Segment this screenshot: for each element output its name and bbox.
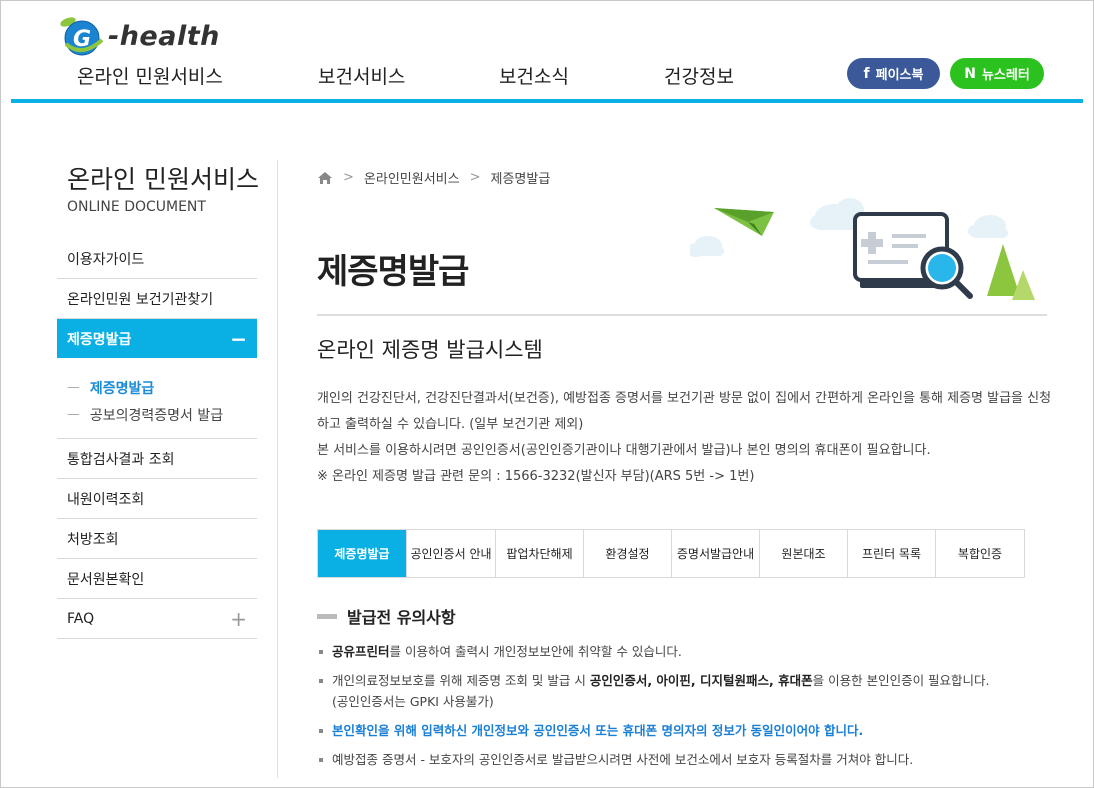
notice-text: (공인인증서는 GPKI 사용불가) <box>332 694 494 709</box>
tab-issue-guide[interactable]: 증명서발급안내 <box>672 530 760 577</box>
sidebar-item-label: 통합검사결과 조회 <box>67 451 175 468</box>
content-divider <box>277 160 278 778</box>
breadcrumb-item[interactable]: 온라인민원서비스 <box>364 168 460 187</box>
tab-multi-auth[interactable]: 복합인증 <box>936 530 1025 577</box>
facebook-icon: f <box>863 65 870 82</box>
list-item-highlight: 본인확인을 위해 입력하신 개인정보와 공인인증서 또는 휴대폰 명의자의 정보… <box>317 720 1052 741</box>
title-divider <box>317 314 1047 316</box>
notice-text: 를 이용하여 출력시 개인정보보안에 취약할 수 있습니다. <box>389 644 682 659</box>
notice-title: 발급전 유의사항 <box>317 604 456 628</box>
nav-health-news[interactable]: 보건소식 <box>499 62 569 89</box>
sidebar-subitem-label: 공보의경력증명서 발급 <box>89 407 224 424</box>
naver-icon: N <box>964 65 976 82</box>
breadcrumb: > 온라인민원서비스 > 제증명발급 <box>317 168 550 187</box>
notice-title-label: 발급전 유의사항 <box>347 608 456 627</box>
sidebar-item-faq[interactable]: FAQ + <box>57 599 257 639</box>
collapse-icon[interactable]: − <box>230 327 247 351</box>
sidebar-subitem-career-cert[interactable]: ㅡ 공보의경력증명서 발급 <box>57 401 257 428</box>
dash-icon: ㅡ <box>67 380 80 397</box>
sidebar-item-visit-history[interactable]: 내원이력조회 <box>57 479 257 519</box>
notice-list: 공유프린터를 이용하여 출력시 개인정보보안에 취약할 수 있습니다. 개인의료… <box>317 641 1052 778</box>
sidebar-item-label: FAQ <box>67 610 95 627</box>
notice-text: 개인의료정보보호를 위해 제증명 조회 및 발급 시 <box>332 673 590 688</box>
expand-icon[interactable]: + <box>230 607 247 631</box>
breadcrumb-separator: > <box>469 170 481 185</box>
sidebar-item-find-facility[interactable]: 온라인민원 보건기관찾기 <box>57 279 257 319</box>
sidebar-item-label: 문서원본확인 <box>67 571 145 588</box>
notice-bold: 공유프린터 <box>332 644 390 659</box>
sidebar-title: 온라인 민원서비스 <box>67 165 259 194</box>
sidebar-item-certificate[interactable]: 제증명발급 − <box>57 319 257 358</box>
page-title: 제증명발급 <box>317 252 469 292</box>
header-divider <box>11 99 1083 103</box>
notice-bold: 공인인증서, 아이핀, 디지털원패스, 휴대폰 <box>589 673 813 688</box>
sidebar-item-label: 내원이력조회 <box>67 491 145 508</box>
section-title: 온라인 제증명 발급시스템 <box>317 338 543 362</box>
tab-bar: 제증명발급 공인인증서 안내 팝업차단해제 환경설정 증명서발급안내 원본대조 … <box>317 529 1025 578</box>
newsletter-label: 뉴스레터 <box>981 68 1030 83</box>
description-line: 본 서비스를 이용하시려면 공인인증서(공인인증기관이나 대행기관에서 발급)나… <box>317 443 931 458</box>
hero-illustration <box>687 196 1050 304</box>
site-logo[interactable]: G -health <box>58 14 220 56</box>
dash-icon: ㅡ <box>67 407 80 424</box>
facebook-label: 페이스북 <box>875 68 924 83</box>
sidebar-item-test-results[interactable]: 통합검사결과 조회 <box>57 439 257 479</box>
list-item: 개인의료정보보호를 위해 제증명 조회 및 발급 시 공인인증서, 아이핀, 디… <box>317 670 1052 712</box>
tab-printer-list[interactable]: 프린터 목록 <box>848 530 936 577</box>
description-line: 개인의 건강진단서, 건강진단결과서(보건증), 예방접종 증명서를 보건기관 … <box>317 391 1052 432</box>
service-description: 개인의 건강진단서, 건강진단결과서(보건증), 예방접종 증명서를 보건기관 … <box>317 386 1052 490</box>
breadcrumb-separator: > <box>343 170 354 185</box>
sidebar-item-label: 온라인민원 보건기관찾기 <box>67 291 214 308</box>
nav-online-services[interactable]: 온라인 민원서비스 <box>77 62 223 89</box>
sidebar-submenu: ㅡ 제증명발급 ㅡ 공보의경력증명서 발급 <box>57 358 257 439</box>
logo-text: -health <box>108 20 220 52</box>
logo-g-icon: G <box>58 14 108 56</box>
nav-health-info[interactable]: 건강정보 <box>664 62 734 89</box>
tab-cert-guide[interactable]: 공인인증서 안내 <box>407 530 496 577</box>
sidebar-subtitle: ONLINE DOCUMENT <box>67 199 206 215</box>
tab-certificate[interactable]: 제증명발급 <box>318 530 407 577</box>
sidebar-item-label: 제증명발급 <box>67 331 132 348</box>
breadcrumb-item-current: 제증명발급 <box>490 172 551 187</box>
home-icon[interactable] <box>317 171 333 185</box>
sidebar-menu: 이용자가이드 온라인민원 보건기관찾기 제증명발급 − ㅡ 제증명발급 ㅡ 공보… <box>57 239 257 639</box>
sidebar-item-label: 이용자가이드 <box>67 251 145 268</box>
tab-settings[interactable]: 환경설정 <box>584 530 672 577</box>
sidebar-subitem-certificate[interactable]: ㅡ 제증명발급 <box>57 374 257 401</box>
nav-health-services[interactable]: 보건서비스 <box>318 62 405 89</box>
notice-text: 을 이용한 본인인증이 필요합니다. <box>812 673 990 688</box>
tab-original-compare[interactable]: 원본대조 <box>760 530 848 577</box>
list-item: 예방접종 증명서 - 보호자의 공인인증서로 발급받으시려면 사전에 보건소에서… <box>317 749 1052 770</box>
sidebar-item-document-verify[interactable]: 문서원본확인 <box>57 559 257 599</box>
tab-popup-unblock[interactable]: 팝업차단해제 <box>496 530 584 577</box>
list-item: 공유프린터를 이용하여 출력시 개인정보보안에 취약할 수 있습니다. <box>317 641 1052 662</box>
newsletter-button[interactable]: N 뉴스레터 <box>950 58 1044 89</box>
facebook-button[interactable]: f 페이스북 <box>847 58 940 89</box>
sidebar-item-label: 처방조회 <box>67 531 119 548</box>
title-bar-icon <box>317 613 337 619</box>
sidebar-item-user-guide[interactable]: 이용자가이드 <box>57 239 257 279</box>
sidebar-subitem-label: 제증명발급 <box>89 380 155 397</box>
sidebar-item-prescriptions[interactable]: 처방조회 <box>57 519 257 559</box>
description-contact: ※ 온라인 제증명 발급 관련 문의 : 1566-3232(발신자 부담)(A… <box>317 469 755 484</box>
